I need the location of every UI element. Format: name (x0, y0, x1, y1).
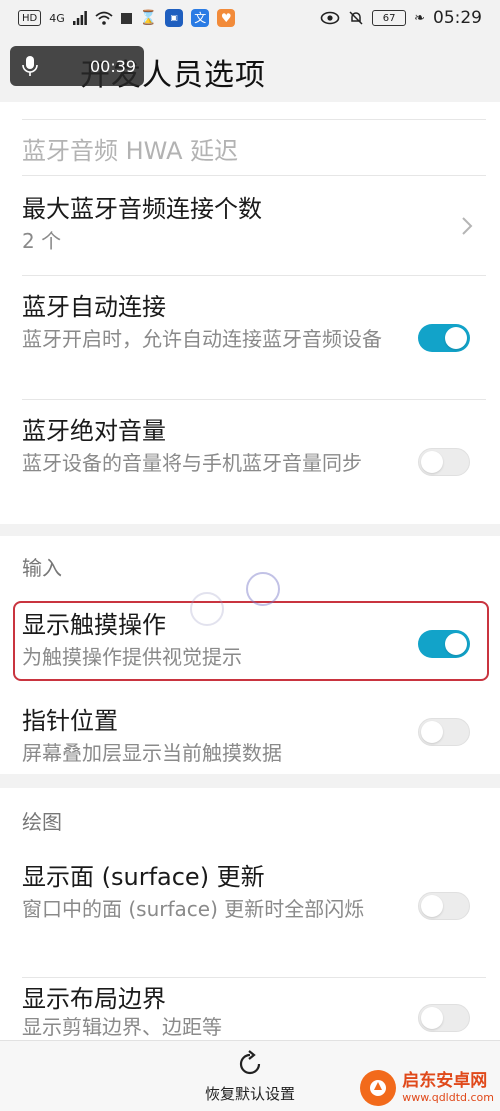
row-title: 显示面 (surface) 更新 (22, 863, 265, 891)
bt-auto-connect-toggle[interactable] (418, 324, 470, 352)
section-label-drawing: 绘图 (22, 810, 62, 834)
toggle-knob (421, 451, 443, 473)
wifi-icon (95, 11, 113, 25)
highlight-annotation (13, 601, 489, 681)
watermark: 启东安卓网 www.qdldtd.com (360, 1070, 494, 1106)
bt-absolute-volume-toggle[interactable] (418, 448, 470, 476)
status-left: HD 4G ⌛ ▣ 文 ♥ (18, 9, 236, 27)
setting-row-hwa-latency: 蓝牙音频 HWA 延迟 (0, 120, 500, 176)
surface-updates-toggle[interactable] (418, 892, 470, 920)
signal-icon (72, 11, 87, 25)
translate-app-icon: 文 (191, 9, 210, 27)
mic-icon (10, 55, 50, 77)
setting-row-bt-auto-connect[interactable]: 蓝牙自动连接 蓝牙开启时，允许自动连接蓝牙音频设备 (0, 276, 500, 400)
row-title: 蓝牙音频 HWA 延迟 (22, 137, 239, 165)
status-bar: HD 4G ⌛ ▣ 文 ♥ 67 ❧ 05:29 (0, 0, 500, 36)
row-subtitle: 窗口中的面 (surface) 更新时全部闪烁 (22, 897, 365, 921)
watermark-text: 启东安卓网 www.qdldtd.com (402, 1071, 494, 1105)
screen-recording-overlay[interactable]: 00:39 (10, 46, 144, 86)
app-notification-icon: ▣ (165, 9, 184, 27)
chevron-right-icon (462, 217, 473, 235)
section-label-input: 输入 (22, 556, 62, 580)
setting-row-max-bt-connections[interactable]: 最大蓝牙音频连接个数 2 个 (0, 176, 500, 276)
row-subtitle: 屏幕叠加层显示当前触摸数据 (22, 741, 282, 765)
pointer-location-toggle[interactable] (418, 718, 470, 746)
toggle-knob (445, 327, 467, 349)
heart-app-icon: ♥ (217, 9, 236, 27)
hd-badge: HD (18, 10, 42, 26)
hourglass-icon: ⌛ (139, 10, 158, 26)
status-right: 67 ❧ 05:29 (320, 8, 482, 28)
row-title: 蓝牙绝对音量 (22, 417, 166, 445)
leaf-icon: ❧ (414, 10, 425, 26)
toggle-knob (421, 895, 443, 917)
header: 开发人员选项 00:39 (0, 36, 500, 102)
touch-indicator (246, 572, 280, 606)
watermark-logo-icon (360, 1070, 397, 1106)
network-type: 4G (49, 11, 65, 25)
screen: HD 4G ⌛ ▣ 文 ♥ 67 ❧ 05:29 开发人员选项 00:39 蓝牙… (0, 0, 500, 1111)
setting-row-bt-absolute-volume[interactable]: 蓝牙绝对音量 蓝牙设备的音量将与手机蓝牙音量同步 (0, 400, 500, 524)
top-spacer (0, 102, 500, 120)
toggle-knob (421, 721, 443, 743)
divider (22, 977, 486, 978)
row-subtitle: 蓝牙开启时，允许自动连接蓝牙音频设备 (22, 327, 382, 351)
setting-row-show-surface-updates[interactable]: 显示面 (surface) 更新 窗口中的面 (surface) 更新时全部闪烁 (0, 858, 500, 978)
reset-defaults-label: 恢复默认设置 (204, 1085, 295, 1103)
watermark-url: www.qdldtd.com (402, 1091, 494, 1104)
row-subtitle: 蓝牙设备的音量将与手机蓝牙音量同步 (22, 451, 362, 475)
row-title: 显示布局边界 (22, 985, 166, 1013)
recording-timer: 00:39 (90, 56, 137, 76)
reset-defaults-button[interactable]: 恢复默认设置 (190, 1049, 310, 1107)
mute-bell-icon (349, 11, 363, 25)
row-title: 蓝牙自动连接 (22, 293, 166, 321)
clock: 05:29 (433, 8, 482, 28)
setting-row-pointer-location[interactable]: 指针位置 屏幕叠加层显示当前触摸数据 (0, 698, 500, 774)
eye-icon (320, 11, 340, 25)
battery-indicator: 67 (372, 10, 407, 26)
layout-bounds-toggle[interactable] (418, 1004, 470, 1032)
row-subtitle: 2 个 (22, 229, 62, 253)
row-title: 指针位置 (22, 707, 118, 735)
watermark-name: 启东安卓网 (402, 1071, 488, 1091)
setting-row-show-layout-bounds[interactable]: 显示布局边界 显示剪辑边界、边距等 (0, 982, 500, 1040)
touch-indicator (190, 592, 224, 626)
row-title: 最大蓝牙音频连接个数 (22, 195, 262, 223)
row-subtitle: 显示剪辑边界、边距等 (22, 1015, 222, 1039)
drawing-section-card: 绘图 显示面 (surface) 更新 窗口中的面 (surface) 更新时全… (0, 788, 500, 1040)
stop-icon (120, 12, 132, 24)
bluetooth-settings-card: 蓝牙音频 HWA 延迟 最大蓝牙音频连接个数 2 个 蓝牙自动连接 蓝牙开启时，… (0, 102, 500, 524)
toggle-knob (421, 1007, 443, 1029)
reset-icon (239, 1050, 261, 1075)
